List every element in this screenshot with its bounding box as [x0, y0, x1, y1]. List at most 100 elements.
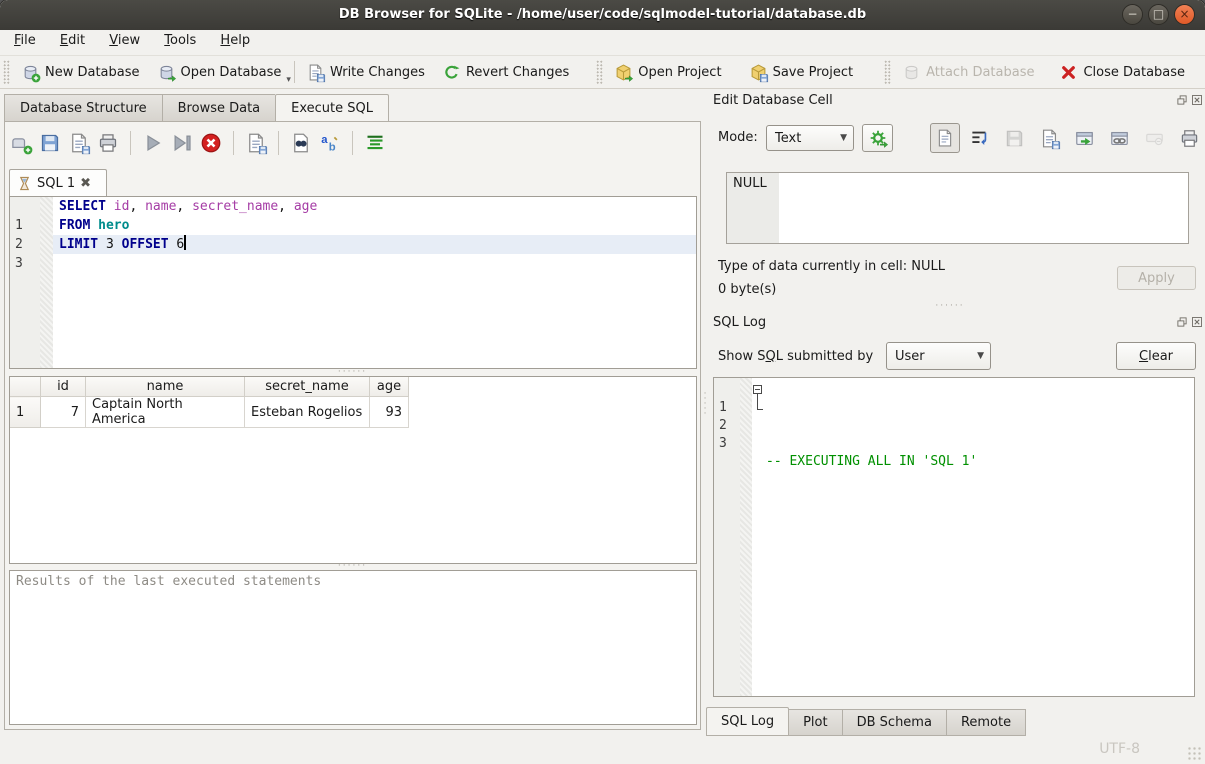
write-changes-button[interactable]: Write Changes — [298, 58, 434, 86]
revert-changes-button[interactable]: Revert Changes — [434, 58, 578, 86]
toolbar-separator — [233, 131, 234, 155]
format-sql-icon[interactable] — [365, 133, 385, 153]
fold-collapse-icon[interactable] — [753, 385, 762, 394]
find-replace-icon[interactable] — [320, 133, 340, 153]
tab-db-schema[interactable]: DB Schema — [843, 709, 947, 736]
dock-float-icon[interactable] — [1176, 94, 1188, 106]
edit-cell-dock-title: Edit Database Cell — [713, 93, 833, 108]
copy-link-icon[interactable] — [1110, 129, 1129, 148]
stop-icon[interactable] — [201, 133, 221, 153]
resize-grip[interactable] — [1187, 746, 1201, 760]
tab-execute-sql[interactable]: Execute SQL — [275, 94, 389, 123]
dock-close-icon[interactable] — [1191, 94, 1203, 106]
menu-edit[interactable]: Edit — [50, 30, 95, 55]
menu-bar: File Edit View Tools Help — [0, 30, 1205, 56]
open-sql-file-icon[interactable] — [40, 133, 60, 153]
open-tab-icon[interactable] — [11, 133, 31, 153]
open-project-icon — [615, 64, 632, 81]
status-bar: UTF-8 — [0, 736, 1205, 764]
sql-log-dock-title: SQL Log — [713, 315, 766, 330]
execute-all-icon[interactable] — [143, 133, 163, 153]
word-wrap-icon[interactable] — [970, 129, 989, 148]
column-header-secret-name[interactable]: secret_name — [245, 377, 370, 397]
open-database-dropdown-arrow[interactable]: ▾ — [286, 75, 291, 88]
sql-editor-toolbar — [11, 129, 385, 157]
open-database-button[interactable]: Open Database — [149, 58, 291, 86]
cell-id[interactable]: 7 — [41, 397, 86, 428]
export-file-icon[interactable] — [1040, 129, 1059, 148]
close-database-button[interactable]: Close Database — [1051, 58, 1194, 86]
text-document-icon — [936, 129, 954, 147]
sql-log-filter-value: User — [895, 349, 925, 364]
encoding-indicator[interactable]: UTF-8 — [1099, 741, 1140, 757]
save-results-icon[interactable] — [246, 133, 266, 153]
print-cell-icon[interactable] — [1180, 129, 1199, 148]
menu-view[interactable]: View — [99, 30, 150, 55]
window-controls: − □ × — [1122, 4, 1195, 25]
toolbar-drag-handle[interactable] — [3, 60, 10, 84]
cell-secret-name[interactable]: Esteban Rogelios — [245, 397, 370, 428]
column-header-name[interactable]: name — [86, 377, 245, 397]
editor-line-current: 3 LIMIT 3 OFFSET 6 — [10, 235, 696, 254]
cell-name[interactable]: Captain North America — [86, 397, 245, 428]
tab-database-structure[interactable]: Database Structure — [4, 94, 162, 123]
dock-close-icon[interactable] — [1191, 316, 1203, 328]
app-window: DB Browser for SQLite - /home/user/code/… — [0, 0, 1205, 764]
import-file-icon[interactable] — [1005, 129, 1024, 148]
execute-sql-panel: SQL 1 ✖ 1 SELECT id, name, secret_name, … — [4, 121, 701, 730]
sql-code-editor[interactable]: 1 SELECT id, name, secret_name, age 2 FR… — [9, 196, 697, 369]
dock-float-icon[interactable] — [1176, 316, 1188, 328]
sql-log-dock-controls — [1176, 316, 1203, 328]
set-null-icon[interactable] — [1145, 129, 1164, 148]
revert-changes-icon — [443, 64, 460, 81]
open-external-icon[interactable] — [1075, 129, 1094, 148]
attach-database-button[interactable]: Attach Database — [894, 58, 1043, 86]
log-line: 3 — [714, 417, 1194, 435]
maximize-button[interactable]: □ — [1148, 4, 1169, 25]
tab-sql-log[interactable]: SQL Log — [706, 707, 789, 736]
chevron-down-icon: ▼ — [977, 351, 984, 361]
toolbar-drag-handle[interactable] — [884, 60, 891, 84]
menu-tools[interactable]: Tools — [154, 30, 206, 55]
text-mode-button[interactable] — [930, 123, 960, 153]
save-project-button[interactable]: Save Project — [741, 58, 863, 86]
new-database-button[interactable]: New Database — [13, 58, 149, 86]
log-line: 2 -- — [714, 399, 1194, 417]
toolbar-drag-handle[interactable] — [596, 60, 603, 84]
dock-tab-bar: SQL Log Plot DB Schema Remote — [706, 707, 1026, 736]
apply-button[interactable]: Apply — [1117, 266, 1196, 290]
sql-log-output[interactable]: 1 -- EXECUTING ALL IN 'SQL 1' 2 -- 3 — [713, 377, 1195, 697]
close-button[interactable]: × — [1174, 4, 1195, 25]
save-sql-file-icon[interactable] — [69, 133, 89, 153]
mode-select[interactable]: Text ▼ — [766, 125, 854, 151]
open-project-button[interactable]: Open Project — [606, 58, 730, 86]
menu-help[interactable]: Help — [210, 30, 260, 55]
close-tab-icon[interactable]: ✖ — [80, 176, 91, 191]
tab-remote[interactable]: Remote — [947, 709, 1026, 736]
toolbar-separator — [278, 131, 279, 155]
splitter-handle[interactable]: ······ — [5, 563, 700, 570]
clear-log-button[interactable]: Clear — [1116, 342, 1196, 370]
editor-line: 1 SELECT id, name, secret_name, age — [10, 197, 696, 216]
sql-log-filter-select[interactable]: User ▼ — [886, 342, 991, 370]
execute-current-line-icon[interactable] — [172, 133, 192, 153]
results-message-box[interactable]: Results of the last executed statements — [9, 570, 697, 725]
splitter-handle[interactable]: ······ — [5, 369, 700, 376]
row-number[interactable]: 1 — [10, 397, 41, 428]
minimize-button[interactable]: − — [1122, 4, 1143, 25]
find-icon[interactable] — [291, 133, 311, 153]
tab-plot[interactable]: Plot — [789, 709, 843, 736]
cell-value-editor[interactable]: NULL — [726, 172, 1189, 244]
title-bar[interactable]: DB Browser for SQLite - /home/user/code/… — [0, 0, 1205, 30]
dock-splitter-handle[interactable]: ······ — [700, 303, 1200, 310]
main-tab-bar: Database Structure Browse Data Execute S… — [4, 94, 389, 122]
column-header-age[interactable]: age — [370, 377, 409, 397]
column-header-id[interactable]: id — [41, 377, 86, 397]
auto-mode-button[interactable] — [862, 124, 893, 152]
cell-age[interactable]: 93 — [370, 397, 409, 428]
tab-browse-data[interactable]: Browse Data — [162, 94, 276, 123]
print-icon[interactable] — [98, 133, 118, 153]
vertical-splitter-handle[interactable]: ····· — [701, 392, 709, 417]
menu-file[interactable]: File — [4, 30, 46, 55]
sql-editor-tab[interactable]: SQL 1 ✖ — [9, 169, 107, 197]
